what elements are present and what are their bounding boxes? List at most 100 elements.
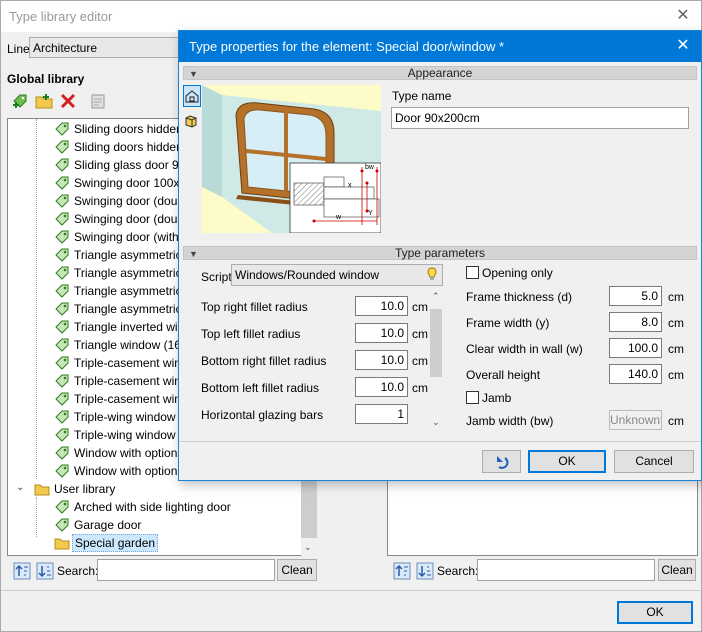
view-3d-button[interactable] xyxy=(183,111,201,133)
main-title-bar: Type library editor ✕ xyxy=(1,1,701,32)
preview-image: bw x Y w xyxy=(202,85,381,233)
add-type-icon xyxy=(13,94,27,108)
script-select[interactable]: Windows/Rounded window xyxy=(231,264,443,286)
type-parameters-section-header[interactable]: ▼ Type parameters xyxy=(183,246,697,260)
param-value-input[interactable]: 8.0 xyxy=(609,312,662,332)
params-scroll-thumb[interactable] xyxy=(430,309,442,377)
type-tag-icon xyxy=(55,284,69,298)
main-close-icon[interactable]: ✕ xyxy=(673,6,693,26)
footer-divider xyxy=(1,590,701,591)
param-value-input[interactable]: 5.0 xyxy=(609,286,662,306)
dialog-cancel-button[interactable]: Cancel xyxy=(614,450,694,473)
line-select-value: Architecture xyxy=(33,41,98,55)
sort-down-icon xyxy=(416,562,434,580)
tree-scroll-thumb[interactable] xyxy=(301,478,317,538)
dialog-title-bar: Type properties for the element: Special… xyxy=(179,31,701,62)
param-label: Frame width (y) xyxy=(466,316,550,330)
tree-scroll-down-icon[interactable]: ⌄ xyxy=(304,542,312,553)
main-window-title: Type library editor xyxy=(9,9,113,24)
tree-expand-arrow-icon[interactable]: ⌄ xyxy=(16,482,24,493)
param-value-input[interactable]: 100.0 xyxy=(609,338,662,358)
line-select[interactable]: Architecture xyxy=(29,37,181,58)
search-input-left[interactable] xyxy=(97,559,275,581)
type-tag-icon xyxy=(55,356,69,370)
param-label: Frame thickness (d) xyxy=(466,290,573,304)
house-view-icon xyxy=(185,90,199,103)
dialog-close-icon[interactable]: ✕ xyxy=(673,36,693,56)
script-select-value: Windows/Rounded window xyxy=(235,268,380,282)
undo-button[interactable] xyxy=(482,450,521,473)
type-properties-dialog: Type properties for the element: Special… xyxy=(178,30,702,481)
diagram-label-x: x xyxy=(348,182,352,189)
param-label: Overall height xyxy=(466,368,541,382)
diagram-label-w: w xyxy=(335,214,342,221)
move-up-button[interactable] xyxy=(10,559,32,581)
global-library-heading: Global library xyxy=(7,72,85,86)
undo-icon xyxy=(497,456,509,469)
jamb-width-input[interactable]: Unknown> xyxy=(609,410,662,430)
type-tag-icon xyxy=(55,338,69,352)
jamb-width-unit: cm xyxy=(668,414,684,428)
param-unit: cm xyxy=(412,381,428,395)
sort-up-icon xyxy=(393,562,411,580)
clean-button-right[interactable]: Clean xyxy=(658,559,696,581)
param-unit: cm xyxy=(668,368,684,382)
type-tag-icon xyxy=(55,266,69,280)
search-input-right[interactable] xyxy=(477,559,655,581)
move-down-button[interactable] xyxy=(33,559,55,581)
type-tag-icon xyxy=(55,320,69,334)
dialog-ok-button[interactable]: OK xyxy=(528,450,606,473)
type-name-input[interactable]: Door 90x200cm xyxy=(391,107,689,129)
add-folder-button[interactable] xyxy=(32,89,54,111)
type-tag-icon xyxy=(55,176,69,190)
param-label: Bottom left fillet radius xyxy=(201,381,320,395)
type-tag-icon xyxy=(55,140,69,154)
move-down-button-right[interactable] xyxy=(413,559,435,581)
dialog-footer-divider xyxy=(179,441,701,442)
window-preview-illustration: bw x Y w xyxy=(202,85,381,233)
param-value-input[interactable]: 10.0 xyxy=(355,377,408,397)
param-unit: cm xyxy=(412,327,428,341)
delete-button[interactable] xyxy=(56,89,78,111)
tree-guide-line xyxy=(36,119,37,479)
type-tag-icon xyxy=(55,428,69,442)
dialog-title: Type properties for the element: Special… xyxy=(189,39,505,54)
param-value-input[interactable]: 10.0 xyxy=(355,296,408,316)
delete-icon xyxy=(60,93,76,109)
cube-view-icon xyxy=(185,115,197,128)
type-tag-icon xyxy=(55,230,69,244)
type-tag-icon xyxy=(55,302,69,316)
type-name-label: Type name xyxy=(392,89,452,103)
type-parameters-section-title: Type parameters xyxy=(394,246,486,260)
properties-icon xyxy=(91,94,105,109)
type-tag-icon xyxy=(55,392,69,406)
appearance-section-header[interactable]: ▼ Appearance xyxy=(183,66,697,80)
param-label: Top right fillet radius xyxy=(201,300,308,314)
tree-guide-line xyxy=(36,497,37,537)
param-label: Horizontal glazing bars xyxy=(201,408,324,422)
jamb-checkbox[interactable] xyxy=(466,391,479,404)
search-label-right: Search: xyxy=(437,564,479,578)
param-label: Top left fillet radius xyxy=(201,327,301,341)
params-scroll-up-icon[interactable]: ⌃ xyxy=(432,291,440,302)
param-value-input[interactable]: 10.0 xyxy=(355,323,408,343)
param-value-input[interactable]: 10.0 xyxy=(355,350,408,370)
folder-icon xyxy=(34,484,50,496)
type-tag-icon xyxy=(55,464,69,478)
properties-button[interactable] xyxy=(86,89,108,111)
type-tag-icon xyxy=(55,194,69,208)
add-type-button[interactable] xyxy=(8,89,30,111)
move-up-button-right[interactable] xyxy=(390,559,412,581)
diagram-label-bw: bw xyxy=(365,164,375,171)
params-scrollbar[interactable]: ⌃ ⌄ xyxy=(428,291,444,431)
clean-button-left[interactable]: Clean xyxy=(277,559,317,581)
sort-down-icon xyxy=(36,562,54,580)
param-value-input[interactable]: 1 xyxy=(355,404,408,424)
search-label-left: Search: xyxy=(57,564,99,578)
params-scroll-down-icon[interactable]: ⌄ xyxy=(432,417,440,428)
param-value-input[interactable]: 140.0 xyxy=(609,364,662,384)
view-front-button[interactable] xyxy=(183,85,201,107)
opening-only-checkbox[interactable] xyxy=(466,266,479,279)
script-picker-button[interactable] xyxy=(425,266,441,284)
main-ok-button[interactable]: OK xyxy=(617,601,693,624)
